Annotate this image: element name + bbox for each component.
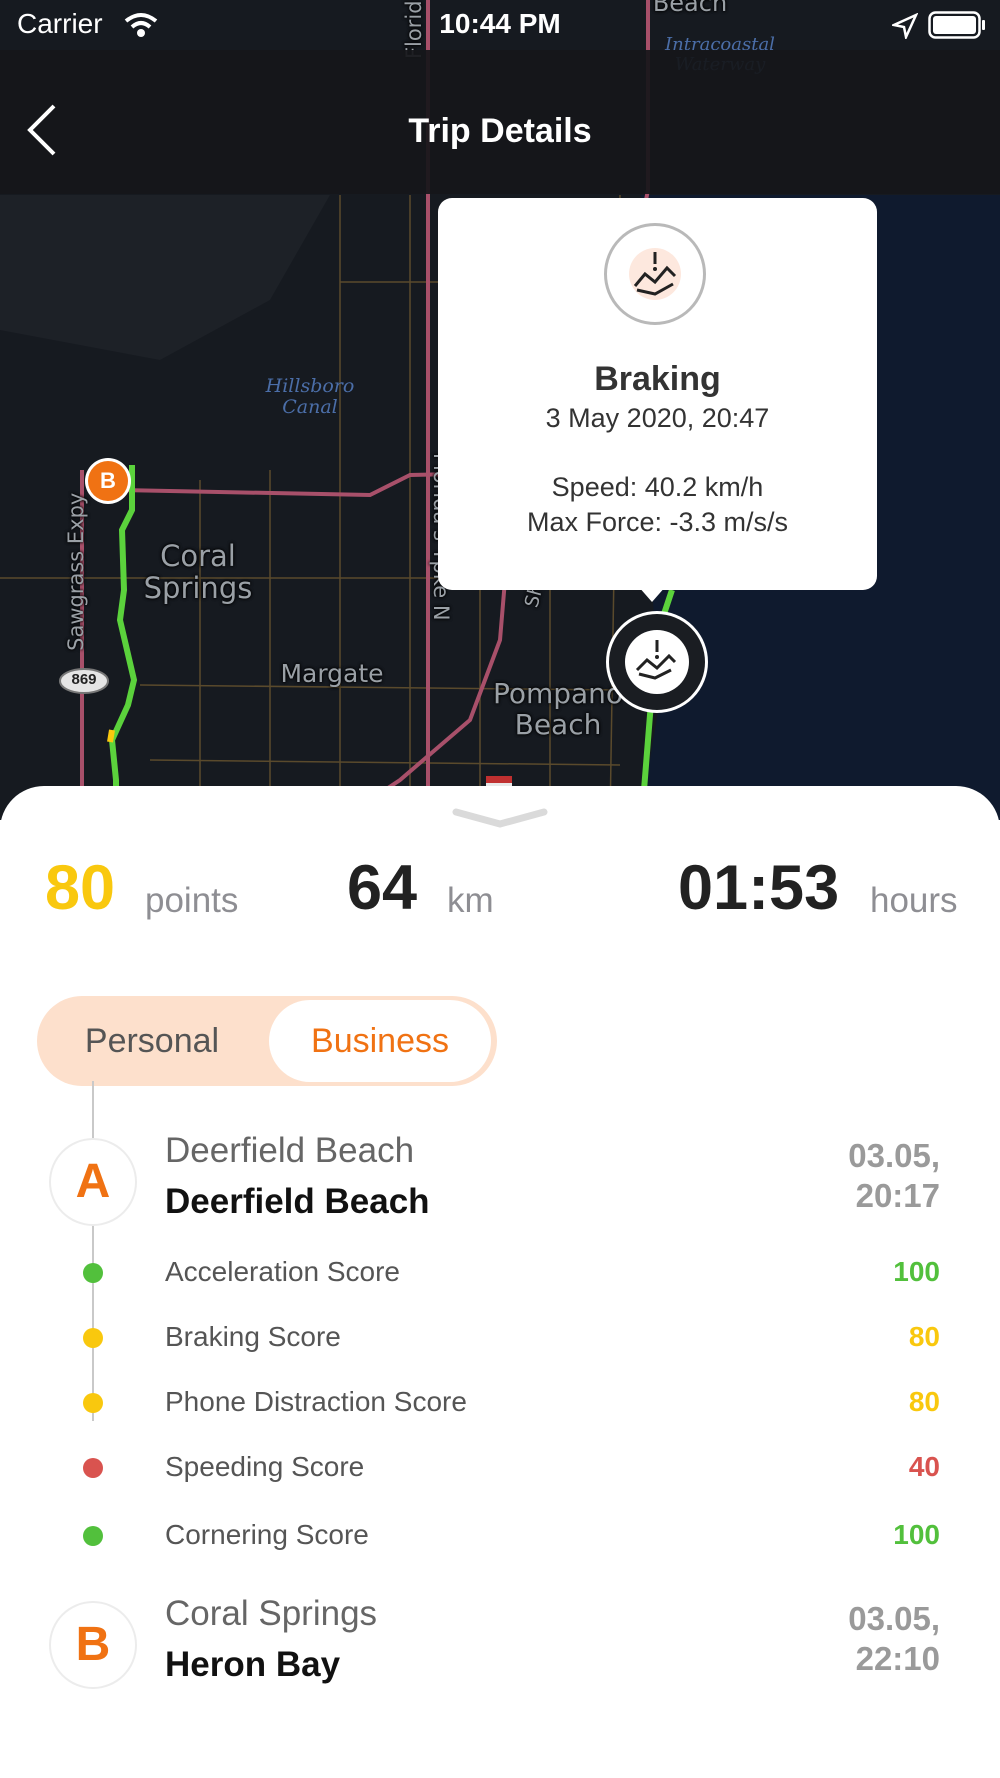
end-marker: B — [51, 1603, 135, 1687]
status-bar: Carrier 10:44 PM — [0, 0, 1000, 50]
trip-type-toggle[interactable]: Personal Business — [37, 996, 497, 1086]
end-time: 03.05, 22:10 — [740, 1599, 940, 1679]
score-value: 40 — [908, 1451, 940, 1482]
location-arrow-icon — [889, 12, 919, 44]
score-label: Cornering Score — [165, 1519, 369, 1550]
score-label: Braking Score — [165, 1321, 341, 1352]
score-indicator-dot — [83, 1393, 103, 1413]
timeline-line — [92, 1081, 94, 1421]
nav-bar: Trip Details — [0, 50, 1000, 194]
score-indicator-dot — [83, 1526, 103, 1546]
trip-type-personal[interactable]: Personal — [37, 996, 267, 1086]
score-indicator-dot — [83, 1458, 103, 1478]
event-date: 3 May 2020, 20:47 — [545, 403, 770, 433]
duration-unit: hours — [870, 881, 958, 920]
distance-unit: km — [447, 881, 494, 920]
duration-value: 01:53 — [678, 853, 840, 923]
score-indicator-dot — [83, 1263, 103, 1283]
score-value: 100 — [893, 1519, 940, 1550]
map-end-marker[interactable]: B — [88, 461, 128, 501]
start-time: 03.05, 20:17 — [740, 1136, 940, 1216]
event-max-force: Max Force: -3.3 m/s/s — [526, 507, 789, 537]
map-label-sawgrass: Sawgrass Expy — [64, 492, 89, 651]
map-label-pompano-beach: Pompano Beach — [492, 677, 624, 742]
status-time: 10:44 PM — [439, 8, 561, 39]
score-label: Acceleration Score — [165, 1256, 401, 1287]
score-label: Speeding Score — [165, 1451, 365, 1482]
start-clock: 20:17 — [855, 1177, 940, 1214]
event-popup[interactable]: Braking 3 May 2020, 20:47 Speed: 40.2 km… — [438, 198, 877, 590]
score-value: 80 — [908, 1386, 940, 1417]
map-label-margate: Margate — [280, 659, 384, 688]
start-location-area: Deerfield Beach — [165, 1131, 415, 1170]
event-title: Braking — [594, 360, 721, 398]
event-speed: Speed: 40.2 km/h — [551, 472, 764, 502]
score-indicator-dot — [83, 1328, 103, 1348]
battery-icon — [928, 11, 986, 44]
start-date: 03.05, — [848, 1137, 940, 1174]
score-value: 100 — [893, 1256, 940, 1287]
end-date: 03.05, — [848, 1600, 940, 1637]
hard-braking-icon — [604, 223, 706, 325]
distance-value: 64 — [347, 853, 418, 923]
end-location-area: Coral Springs — [165, 1594, 378, 1633]
map-label-coral-springs: Coral Springs — [143, 539, 253, 606]
sheet-handle-icon[interactable] — [450, 806, 550, 830]
start-marker: A — [51, 1140, 135, 1224]
score-label: Phone Distraction Score — [165, 1386, 467, 1417]
score-value: 80 — [908, 1321, 940, 1352]
page-title: Trip Details — [408, 112, 592, 150]
start-location-name: Deerfield Beach — [165, 1182, 430, 1221]
end-clock: 22:10 — [855, 1640, 940, 1677]
map-label-hillsboro-canal: Hillsboro Canal — [265, 375, 355, 419]
trip-type-business[interactable]: Business — [269, 1000, 491, 1082]
points-unit: points — [145, 881, 239, 920]
route-shield-869: 869 — [71, 671, 97, 688]
map-end-marker-label: B — [100, 468, 116, 493]
trip-details-sheet: 80 points 64 km 01:53 hours Personal Bus… — [0, 786, 1000, 1778]
braking-event-marker[interactable] — [606, 611, 708, 713]
popup-pointer — [638, 586, 666, 602]
end-location-name: Heron Bay — [165, 1645, 341, 1684]
hard-braking-icon — [625, 630, 689, 694]
points-value: 80 — [45, 853, 116, 923]
